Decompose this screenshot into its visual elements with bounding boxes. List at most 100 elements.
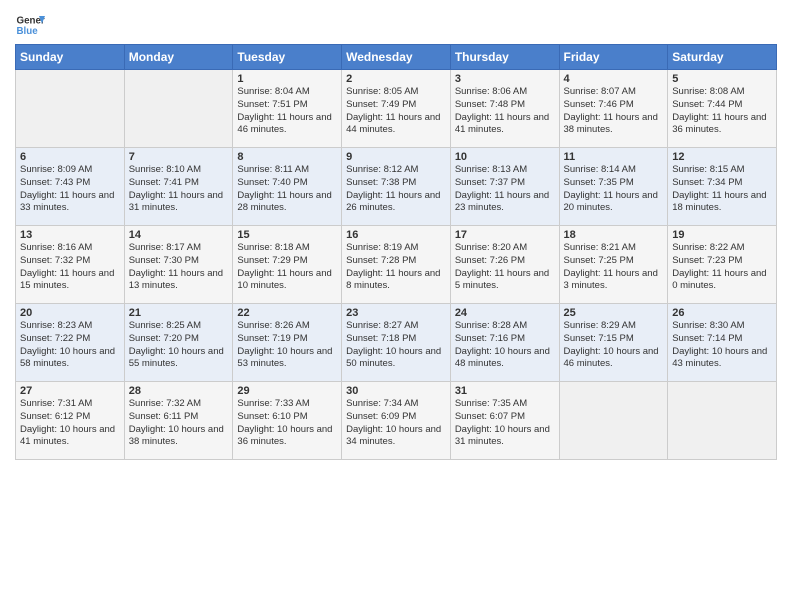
calendar-cell: 27Sunrise: 7:31 AMSunset: 6:12 PMDayligh… bbox=[16, 382, 125, 460]
day-info: Sunrise: 8:09 AMSunset: 7:43 PMDaylight:… bbox=[20, 164, 120, 215]
day-number: 16 bbox=[346, 229, 446, 241]
day-info: Sunrise: 8:18 AMSunset: 7:29 PMDaylight:… bbox=[237, 242, 337, 293]
calendar-cell: 12Sunrise: 8:15 AMSunset: 7:34 PMDayligh… bbox=[668, 148, 777, 226]
day-info: Sunrise: 8:08 AMSunset: 7:44 PMDaylight:… bbox=[672, 86, 772, 137]
calendar-cell: 6Sunrise: 8:09 AMSunset: 7:43 PMDaylight… bbox=[16, 148, 125, 226]
calendar-cell: 17Sunrise: 8:20 AMSunset: 7:26 PMDayligh… bbox=[450, 226, 559, 304]
weekday-header-friday: Friday bbox=[559, 45, 668, 70]
calendar-cell: 10Sunrise: 8:13 AMSunset: 7:37 PMDayligh… bbox=[450, 148, 559, 226]
day-info: Sunrise: 8:13 AMSunset: 7:37 PMDaylight:… bbox=[455, 164, 555, 215]
day-number: 28 bbox=[129, 385, 229, 397]
day-info: Sunrise: 8:23 AMSunset: 7:22 PMDaylight:… bbox=[20, 320, 120, 371]
day-info: Sunrise: 7:31 AMSunset: 6:12 PMDaylight:… bbox=[20, 398, 120, 449]
day-number: 18 bbox=[564, 229, 664, 241]
day-info: Sunrise: 8:25 AMSunset: 7:20 PMDaylight:… bbox=[129, 320, 229, 371]
calendar-cell bbox=[16, 70, 125, 148]
calendar-cell: 9Sunrise: 8:12 AMSunset: 7:38 PMDaylight… bbox=[342, 148, 451, 226]
calendar-cell: 4Sunrise: 8:07 AMSunset: 7:46 PMDaylight… bbox=[559, 70, 668, 148]
weekday-header-tuesday: Tuesday bbox=[233, 45, 342, 70]
day-info: Sunrise: 8:30 AMSunset: 7:14 PMDaylight:… bbox=[672, 320, 772, 371]
day-number: 4 bbox=[564, 73, 664, 85]
day-info: Sunrise: 8:06 AMSunset: 7:48 PMDaylight:… bbox=[455, 86, 555, 137]
day-info: Sunrise: 7:35 AMSunset: 6:07 PMDaylight:… bbox=[455, 398, 555, 449]
calendar-cell: 18Sunrise: 8:21 AMSunset: 7:25 PMDayligh… bbox=[559, 226, 668, 304]
calendar-cell: 31Sunrise: 7:35 AMSunset: 6:07 PMDayligh… bbox=[450, 382, 559, 460]
calendar-cell: 25Sunrise: 8:29 AMSunset: 7:15 PMDayligh… bbox=[559, 304, 668, 382]
day-info: Sunrise: 8:12 AMSunset: 7:38 PMDaylight:… bbox=[346, 164, 446, 215]
weekday-header-thursday: Thursday bbox=[450, 45, 559, 70]
calendar-cell: 3Sunrise: 8:06 AMSunset: 7:48 PMDaylight… bbox=[450, 70, 559, 148]
day-info: Sunrise: 8:04 AMSunset: 7:51 PMDaylight:… bbox=[237, 86, 337, 137]
calendar-cell: 23Sunrise: 8:27 AMSunset: 7:18 PMDayligh… bbox=[342, 304, 451, 382]
day-info: Sunrise: 8:27 AMSunset: 7:18 PMDaylight:… bbox=[346, 320, 446, 371]
svg-text:Blue: Blue bbox=[17, 26, 39, 37]
calendar-cell: 29Sunrise: 7:33 AMSunset: 6:10 PMDayligh… bbox=[233, 382, 342, 460]
day-info: Sunrise: 7:32 AMSunset: 6:11 PMDaylight:… bbox=[129, 398, 229, 449]
calendar-cell: 21Sunrise: 8:25 AMSunset: 7:20 PMDayligh… bbox=[124, 304, 233, 382]
calendar-cell bbox=[559, 382, 668, 460]
calendar-cell: 7Sunrise: 8:10 AMSunset: 7:41 PMDaylight… bbox=[124, 148, 233, 226]
weekday-header-saturday: Saturday bbox=[668, 45, 777, 70]
calendar-cell: 28Sunrise: 7:32 AMSunset: 6:11 PMDayligh… bbox=[124, 382, 233, 460]
calendar-table: SundayMondayTuesdayWednesdayThursdayFrid… bbox=[15, 44, 777, 460]
day-number: 19 bbox=[672, 229, 772, 241]
day-info: Sunrise: 8:16 AMSunset: 7:32 PMDaylight:… bbox=[20, 242, 120, 293]
day-number: 29 bbox=[237, 385, 337, 397]
day-info: Sunrise: 8:05 AMSunset: 7:49 PMDaylight:… bbox=[346, 86, 446, 137]
day-info: Sunrise: 7:33 AMSunset: 6:10 PMDaylight:… bbox=[237, 398, 337, 449]
day-number: 7 bbox=[129, 151, 229, 163]
day-info: Sunrise: 8:29 AMSunset: 7:15 PMDaylight:… bbox=[564, 320, 664, 371]
day-number: 1 bbox=[237, 73, 337, 85]
day-info: Sunrise: 8:28 AMSunset: 7:16 PMDaylight:… bbox=[455, 320, 555, 371]
day-info: Sunrise: 8:10 AMSunset: 7:41 PMDaylight:… bbox=[129, 164, 229, 215]
day-number: 22 bbox=[237, 307, 337, 319]
calendar-cell: 13Sunrise: 8:16 AMSunset: 7:32 PMDayligh… bbox=[16, 226, 125, 304]
day-number: 10 bbox=[455, 151, 555, 163]
day-number: 21 bbox=[129, 307, 229, 319]
weekday-header-monday: Monday bbox=[124, 45, 233, 70]
day-number: 27 bbox=[20, 385, 120, 397]
calendar-cell: 11Sunrise: 8:14 AMSunset: 7:35 PMDayligh… bbox=[559, 148, 668, 226]
calendar-cell: 22Sunrise: 8:26 AMSunset: 7:19 PMDayligh… bbox=[233, 304, 342, 382]
calendar-cell: 26Sunrise: 8:30 AMSunset: 7:14 PMDayligh… bbox=[668, 304, 777, 382]
weekday-header-sunday: Sunday bbox=[16, 45, 125, 70]
day-info: Sunrise: 8:21 AMSunset: 7:25 PMDaylight:… bbox=[564, 242, 664, 293]
day-number: 8 bbox=[237, 151, 337, 163]
calendar-cell: 2Sunrise: 8:05 AMSunset: 7:49 PMDaylight… bbox=[342, 70, 451, 148]
day-number: 24 bbox=[455, 307, 555, 319]
logo: General Blue bbox=[15, 10, 45, 40]
day-number: 3 bbox=[455, 73, 555, 85]
calendar-cell: 16Sunrise: 8:19 AMSunset: 7:28 PMDayligh… bbox=[342, 226, 451, 304]
day-number: 13 bbox=[20, 229, 120, 241]
calendar-cell: 20Sunrise: 8:23 AMSunset: 7:22 PMDayligh… bbox=[16, 304, 125, 382]
day-info: Sunrise: 8:20 AMSunset: 7:26 PMDaylight:… bbox=[455, 242, 555, 293]
calendar-cell: 24Sunrise: 8:28 AMSunset: 7:16 PMDayligh… bbox=[450, 304, 559, 382]
calendar-cell bbox=[124, 70, 233, 148]
day-number: 26 bbox=[672, 307, 772, 319]
day-number: 2 bbox=[346, 73, 446, 85]
day-info: Sunrise: 8:11 AMSunset: 7:40 PMDaylight:… bbox=[237, 164, 337, 215]
calendar-cell: 30Sunrise: 7:34 AMSunset: 6:09 PMDayligh… bbox=[342, 382, 451, 460]
day-info: Sunrise: 8:26 AMSunset: 7:19 PMDaylight:… bbox=[237, 320, 337, 371]
day-number: 20 bbox=[20, 307, 120, 319]
calendar-cell: 5Sunrise: 8:08 AMSunset: 7:44 PMDaylight… bbox=[668, 70, 777, 148]
day-number: 17 bbox=[455, 229, 555, 241]
day-info: Sunrise: 8:15 AMSunset: 7:34 PMDaylight:… bbox=[672, 164, 772, 215]
day-number: 15 bbox=[237, 229, 337, 241]
day-number: 6 bbox=[20, 151, 120, 163]
calendar-cell: 14Sunrise: 8:17 AMSunset: 7:30 PMDayligh… bbox=[124, 226, 233, 304]
day-info: Sunrise: 8:22 AMSunset: 7:23 PMDaylight:… bbox=[672, 242, 772, 293]
calendar-cell: 8Sunrise: 8:11 AMSunset: 7:40 PMDaylight… bbox=[233, 148, 342, 226]
day-number: 14 bbox=[129, 229, 229, 241]
day-info: Sunrise: 8:17 AMSunset: 7:30 PMDaylight:… bbox=[129, 242, 229, 293]
day-info: Sunrise: 8:07 AMSunset: 7:46 PMDaylight:… bbox=[564, 86, 664, 137]
day-number: 11 bbox=[564, 151, 664, 163]
day-number: 25 bbox=[564, 307, 664, 319]
calendar-cell: 1Sunrise: 8:04 AMSunset: 7:51 PMDaylight… bbox=[233, 70, 342, 148]
day-number: 30 bbox=[346, 385, 446, 397]
day-number: 23 bbox=[346, 307, 446, 319]
day-info: Sunrise: 7:34 AMSunset: 6:09 PMDaylight:… bbox=[346, 398, 446, 449]
day-number: 12 bbox=[672, 151, 772, 163]
calendar-cell: 19Sunrise: 8:22 AMSunset: 7:23 PMDayligh… bbox=[668, 226, 777, 304]
weekday-header-wednesday: Wednesday bbox=[342, 45, 451, 70]
